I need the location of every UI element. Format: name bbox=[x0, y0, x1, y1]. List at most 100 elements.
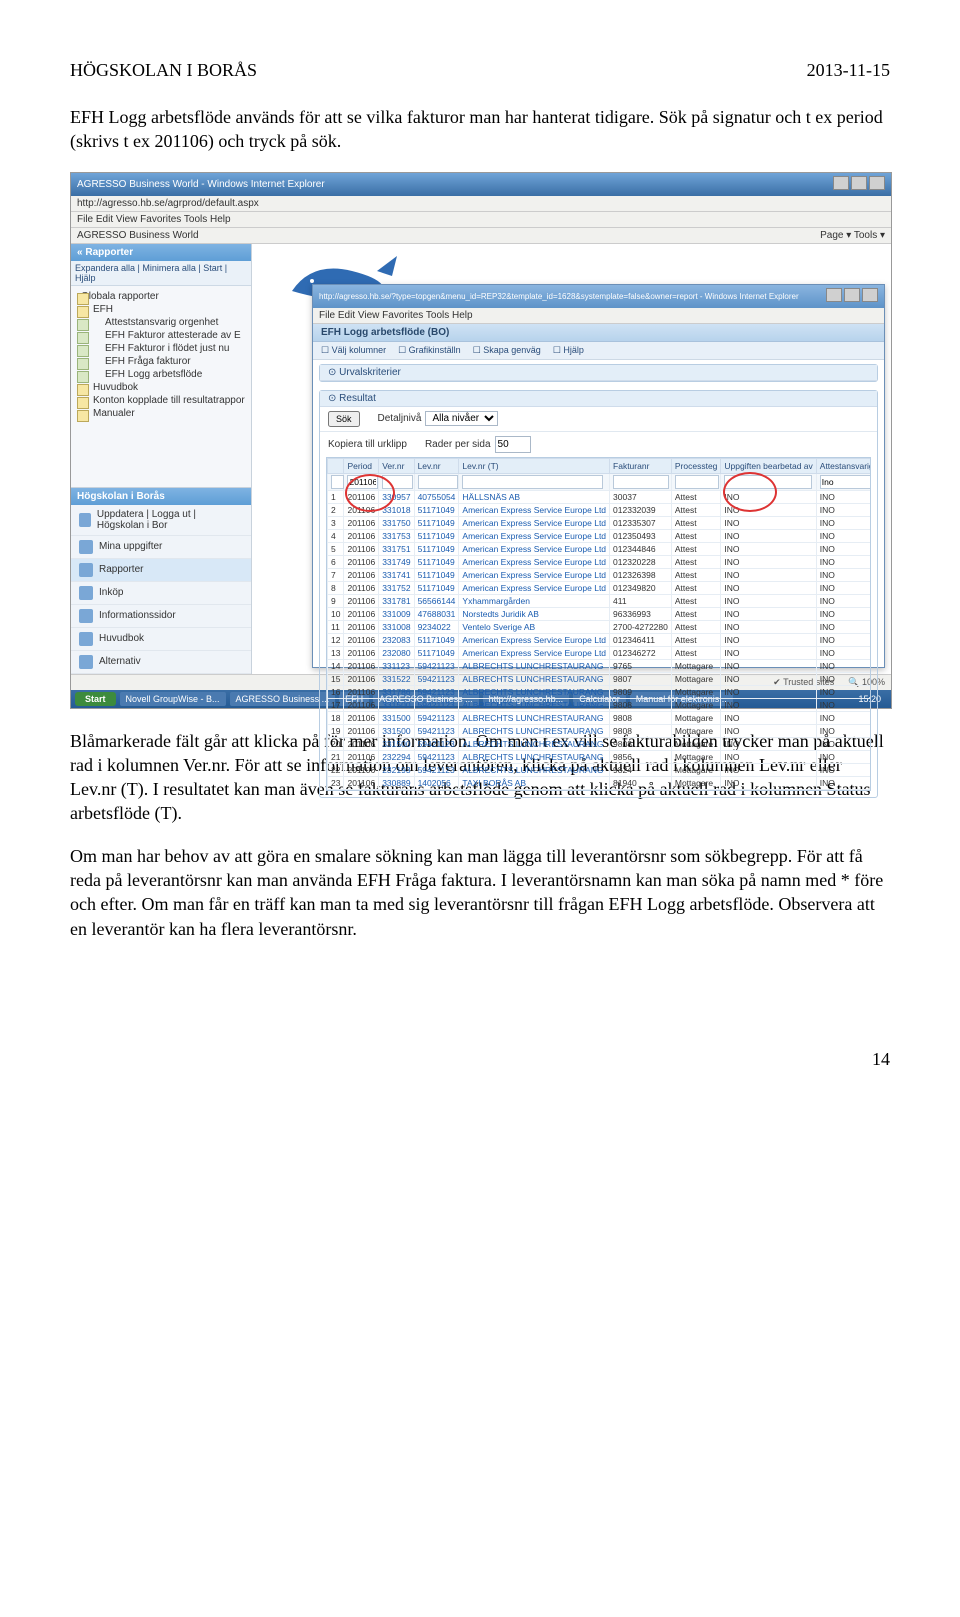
sidebar-tree[interactable]: Globala rapporterEFHAtteststansvarig org… bbox=[71, 286, 251, 487]
window-controls[interactable] bbox=[831, 176, 885, 193]
rows-label: Rader per sida bbox=[425, 439, 491, 450]
paragraph-1: EFH Logg arbetsflöde används för att se … bbox=[70, 105, 890, 154]
detail-select[interactable]: Alla nivåer bbox=[425, 411, 498, 426]
table-row[interactable]: 1520110633152259421123ALBRECHTS LUNCHRES… bbox=[328, 672, 872, 685]
start-button[interactable]: Start bbox=[75, 692, 116, 706]
result-toolbar-1: Sök Detaljnivå Alla nivåer bbox=[320, 407, 877, 431]
column-header[interactable]: Attestansvarig bbox=[816, 458, 871, 473]
sidebar-lower-item[interactable]: Mina uppgifter bbox=[71, 536, 251, 559]
column-header[interactable]: Uppgiften bearbetad av bbox=[721, 458, 816, 473]
sidebar-lower-title: Högskolan i Borås bbox=[71, 488, 251, 505]
urval-header[interactable]: ⊙ Urvalskriterier bbox=[320, 365, 877, 381]
inner-window: http://agresso.hb.se/?type=topgen&menu_i… bbox=[312, 284, 885, 668]
nav-icon bbox=[79, 586, 93, 600]
tree-node[interactable]: Huvudbok bbox=[77, 381, 245, 394]
search-button[interactable]: Sök bbox=[328, 411, 360, 427]
table-row[interactable]: 1420110633112359421123ALBRECHTS LUNCHRES… bbox=[328, 659, 872, 672]
tree-node[interactable]: Globala rapporter bbox=[77, 290, 245, 303]
table-row[interactable]: 420110633175351171049American Express Se… bbox=[328, 529, 872, 542]
rows-input[interactable] bbox=[495, 436, 531, 453]
filter-input[interactable] bbox=[382, 475, 413, 489]
filter-input[interactable] bbox=[724, 475, 812, 489]
sidebar-lower-item[interactable]: Rapporter bbox=[71, 559, 251, 582]
filter-input[interactable] bbox=[418, 475, 458, 489]
sidebar-lower-item[interactable]: Inköp bbox=[71, 582, 251, 605]
outer-window-title: AGRESSO Business World - Windows Interne… bbox=[77, 179, 325, 190]
table-row[interactable]: 1620110633178659421123ALBRECHTS LUNCHRES… bbox=[328, 685, 872, 698]
table-row[interactable]: 1220110623208351171049American Express S… bbox=[328, 633, 872, 646]
sidebar-lower: Högskolan i Borås Uppdatera | Logga ut |… bbox=[71, 487, 251, 674]
result-toolbar-2: Kopiera till urklipp Rader per sida bbox=[320, 431, 877, 457]
table-row[interactable]: 120110633095740755054HÄLLSNÄS AB30037Att… bbox=[328, 490, 872, 503]
table-row[interactable]: 2020110633150059421123ALBRECHTS LUNCHRES… bbox=[328, 737, 872, 750]
table-row[interactable]: 720110633174151171049American Express Se… bbox=[328, 568, 872, 581]
doc-header-left: HÖGSKOLAN I BORÅS bbox=[70, 60, 257, 81]
tree-node[interactable]: EFH Fakturor i flödet just nu bbox=[77, 342, 245, 355]
inner-window-title: http://agresso.hb.se/?type=topgen&menu_i… bbox=[319, 292, 799, 301]
nav-icon bbox=[79, 540, 93, 554]
sidebar-lower-item[interactable]: Alternativ bbox=[71, 651, 251, 674]
panel-tool[interactable]: ☐ Hjälp bbox=[553, 345, 584, 356]
filter-input[interactable] bbox=[613, 475, 669, 489]
column-header[interactable]: Ver.nr bbox=[379, 458, 414, 473]
outer-menubar[interactable]: File Edit View Favorites Tools Help bbox=[71, 212, 891, 228]
column-header[interactable]: Lev.nr (T) bbox=[459, 458, 610, 473]
detail-label: Detaljnivå bbox=[378, 413, 422, 424]
tree-node[interactable]: Atteststansvarig orgenhet bbox=[77, 316, 245, 329]
tree-node[interactable]: Manualer bbox=[77, 407, 245, 420]
panel-tool[interactable]: ☐ Grafikinställn bbox=[398, 345, 461, 356]
column-header[interactable]: Processteg bbox=[671, 458, 721, 473]
table-row[interactable]: 1020110633100947688031Norstedts Juridik … bbox=[328, 607, 872, 620]
sidebar-lower-item[interactable]: Huvudbok bbox=[71, 628, 251, 651]
filter-input[interactable] bbox=[675, 475, 719, 489]
filter-input[interactable] bbox=[347, 475, 377, 489]
table-row[interactable]: 1820110633150059421123ALBRECHTS LUNCHRES… bbox=[328, 711, 872, 724]
page-number: 14 bbox=[0, 999, 960, 1070]
column-header[interactable]: Lev.nr bbox=[414, 458, 459, 473]
filter-input[interactable] bbox=[820, 475, 871, 489]
doc-header-right: 2013-11-15 bbox=[807, 60, 890, 81]
tree-node[interactable]: Konton kopplade till resultatrappor bbox=[77, 394, 245, 407]
inner-window-controls[interactable] bbox=[824, 288, 878, 305]
sidebar-toolbar[interactable]: Expandera alla | Minimera alla | Start |… bbox=[71, 261, 251, 286]
column-header[interactable] bbox=[328, 458, 344, 473]
sidebar-lower-item[interactable]: Uppdatera | Logga ut | Högskolan i Bor bbox=[71, 505, 251, 536]
column-header[interactable]: Fakturanr bbox=[610, 458, 672, 473]
paragraph-3: Om man har behov av att göra en smalare … bbox=[70, 844, 890, 941]
table-row[interactable]: 1920110633150059421123ALBRECHTS LUNCHRES… bbox=[328, 724, 872, 737]
panel-tool[interactable]: ☐ Skapa genväg bbox=[473, 345, 541, 356]
table-row[interactable]: 320110633175051171049American Express Se… bbox=[328, 516, 872, 529]
copy-clipboard[interactable]: Kopiera till urklipp bbox=[328, 439, 407, 450]
table-row[interactable]: 2120110623229459421123ALBRECHTS LUNCHRES… bbox=[328, 750, 872, 763]
column-header[interactable]: Period bbox=[344, 458, 379, 473]
tree-node[interactable]: EFH Logg arbetsflöde bbox=[77, 368, 245, 381]
filter-input[interactable] bbox=[331, 475, 344, 489]
nav-icon bbox=[79, 632, 93, 646]
toolbar-right[interactable]: Page ▾ Tools ▾ bbox=[820, 230, 885, 241]
inner-menubar[interactable]: File Edit View Favorites Tools Help bbox=[313, 308, 884, 324]
table-row[interactable]: 620110633174951171049American Express Se… bbox=[328, 555, 872, 568]
table-row[interactable]: 1320110623208051171049American Express S… bbox=[328, 646, 872, 659]
table-row[interactable]: 1720110633150059421123ALBRECHTS LUNCHRES… bbox=[328, 698, 872, 711]
tree-node[interactable]: EFH bbox=[77, 303, 245, 316]
table-row[interactable]: 520110633175151171049American Express Se… bbox=[328, 542, 872, 555]
sidebar-lower-item[interactable]: Informationssidor bbox=[71, 605, 251, 628]
urval-section[interactable]: ⊙ Urvalskriterier bbox=[319, 364, 878, 382]
screenshot-container: AGRESSO Business World - Windows Interne… bbox=[70, 172, 892, 709]
tree-node[interactable]: EFH Fakturor attesterade av E bbox=[77, 329, 245, 342]
address-bar[interactable]: http://agresso.hb.se/agrprod/default.asp… bbox=[71, 196, 891, 212]
brand-label: AGRESSO Business World bbox=[77, 230, 199, 241]
result-grid[interactable]: PeriodVer.nrLev.nrLev.nr (T)FakturanrPro… bbox=[326, 457, 871, 791]
panel-tools[interactable]: ☐ Välj kolumner ☐ Grafikinställn ☐ Skapa g… bbox=[313, 342, 884, 360]
tree-node[interactable]: EFH Fråga fakturor bbox=[77, 355, 245, 368]
taskbar-item[interactable]: Novell GroupWise - B... bbox=[120, 692, 226, 706]
table-row[interactable]: 112011063310089234022Ventelo Sverige AB2… bbox=[328, 620, 872, 633]
resultat-header: ⊙ Resultat bbox=[320, 391, 877, 407]
table-row[interactable]: 2220110623219359421123ALBRECHTS LUNCHRES… bbox=[328, 763, 872, 776]
filter-input[interactable] bbox=[462, 475, 602, 489]
table-row[interactable]: 820110633175251171049American Express Se… bbox=[328, 581, 872, 594]
table-row[interactable]: 220110633101851171049American Express Se… bbox=[328, 503, 872, 516]
panel-tool[interactable]: ☐ Välj kolumner bbox=[321, 345, 386, 356]
table-row[interactable]: 232011063308891402056TAXI BORÅS AB81940M… bbox=[328, 776, 872, 789]
table-row[interactable]: 920110633178156566144Yxhammargården411At… bbox=[328, 594, 872, 607]
